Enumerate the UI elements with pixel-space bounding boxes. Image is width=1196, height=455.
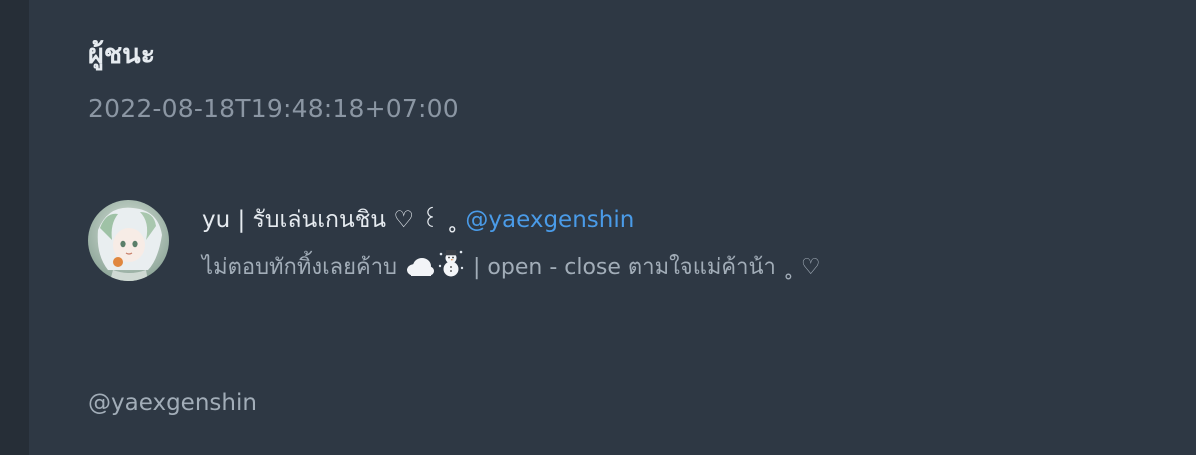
- left-rail: [0, 0, 29, 455]
- bio-prefix: ไม่ตอบทักทิ้งเลยค้าบ: [202, 255, 398, 280]
- avatar[interactable]: [88, 200, 169, 281]
- profile-bio: ไม่ตอบทักทิ้งเลยค้าบ | open - close ตามใ…: [202, 248, 821, 284]
- post-timestamp: 2022-08-18T19:48:18+07:00: [88, 94, 459, 123]
- profile-card[interactable]: yu | รับเล่นเกนชิน ♡ ꒰ ˳ @yaexgenshin ไม…: [88, 198, 988, 288]
- avatar-anime-girl-icon: [88, 200, 169, 281]
- profile-name-row: yu | รับเล่นเกนชิน ♡ ꒰ ˳ @yaexgenshin: [202, 202, 634, 238]
- footer-handle[interactable]: @yaexgenshin: [88, 390, 257, 416]
- profile-handle-link[interactable]: @yaexgenshin: [465, 207, 634, 233]
- post-title: ผู้ชนะ: [88, 39, 156, 70]
- profile-display-name: yu | รับเล่นเกนชิน ♡ ꒰ ˳: [202, 207, 459, 233]
- cloud-icon: [405, 256, 435, 284]
- snowman-icon: [437, 248, 465, 284]
- tweet-embed-frame: ผู้ชนะ 2022-08-18T19:48:18+07:00 yu | รั…: [0, 0, 1196, 455]
- bio-suffix: | open - close ตามใจแม่ค้าน้า ˳ ♡: [473, 255, 821, 280]
- content-area: ผู้ชนะ 2022-08-18T19:48:18+07:00 yu | รั…: [88, 0, 1196, 455]
